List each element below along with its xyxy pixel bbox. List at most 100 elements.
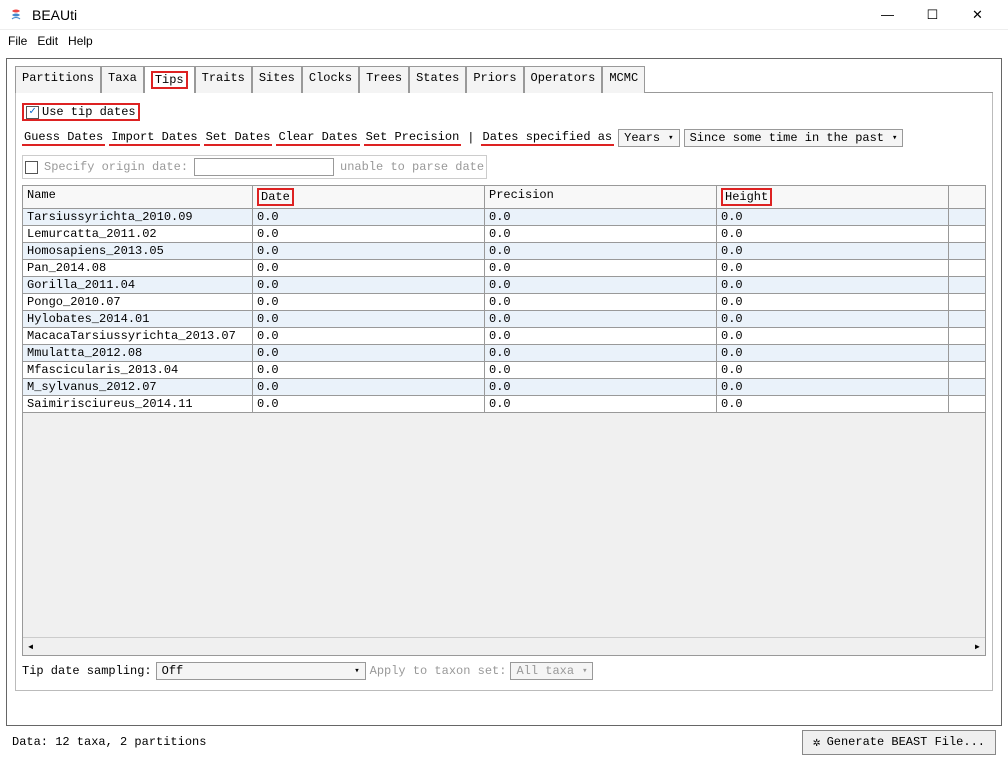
table-row[interactable]: Pan_2014.080.00.00.0	[23, 260, 985, 277]
chevron-down-icon: ▾	[582, 666, 587, 676]
table-row[interactable]: Pongo_2010.070.00.00.0	[23, 294, 985, 311]
cell-date: 0.0	[253, 209, 485, 225]
horizontal-scrollbar[interactable]: ◂ ▸	[23, 637, 985, 655]
use-tip-dates-checkbox[interactable]	[26, 106, 39, 119]
cell-name: Saimirisciureus_2014.11	[23, 396, 253, 412]
cell-precision: 0.0	[485, 277, 717, 293]
cell-height: 0.0	[717, 396, 949, 412]
tab-tips[interactable]: Tips	[144, 66, 195, 93]
cell-precision: 0.0	[485, 311, 717, 327]
table-row[interactable]: MacacaTarsiussyrichta_2013.070.00.00.0	[23, 328, 985, 345]
col-precision[interactable]: Precision	[489, 188, 554, 202]
cell-date: 0.0	[253, 226, 485, 242]
generate-button-label: Generate BEAST File...	[827, 735, 985, 749]
specify-origin-checkbox[interactable]	[25, 161, 38, 174]
cell-name: Pongo_2010.07	[23, 294, 253, 310]
chevron-down-icon: ▾	[668, 133, 673, 143]
clear-dates-button[interactable]: Clear Dates	[276, 130, 359, 146]
menu-edit[interactable]: Edit	[33, 32, 62, 50]
chevron-down-icon: ▾	[354, 666, 359, 676]
tab-priors[interactable]: Priors	[466, 66, 523, 93]
cell-precision: 0.0	[485, 328, 717, 344]
table-row[interactable]: Gorilla_2011.040.00.00.0	[23, 277, 985, 294]
scroll-left-icon[interactable]: ◂	[27, 639, 34, 654]
apply-to-taxon-label: Apply to taxon set:	[370, 664, 507, 678]
date-direction-select[interactable]: Since some time in the past▾	[684, 129, 904, 147]
cell-height: 0.0	[717, 345, 949, 361]
scroll-right-icon[interactable]: ▸	[974, 639, 981, 654]
col-height[interactable]: Height	[721, 188, 772, 206]
tab-sites[interactable]: Sites	[252, 66, 302, 93]
set-precision-button[interactable]: Set Precision	[364, 130, 462, 146]
tab-states[interactable]: States	[409, 66, 466, 93]
main-panel: PartitionsTaxaTipsTraitsSitesClocksTrees…	[6, 58, 1002, 726]
cell-date: 0.0	[253, 260, 485, 276]
tab-clocks[interactable]: Clocks	[302, 66, 359, 93]
cell-date: 0.0	[253, 328, 485, 344]
origin-date-field[interactable]	[194, 158, 334, 176]
dates-specified-label: Dates specified as	[481, 130, 615, 146]
cell-date: 0.0	[253, 277, 485, 293]
guess-dates-button[interactable]: Guess Dates	[22, 130, 105, 146]
tab-partitions[interactable]: Partitions	[15, 66, 101, 93]
cell-name: Gorilla_2011.04	[23, 277, 253, 293]
tab-taxa[interactable]: Taxa	[101, 66, 144, 93]
tab-trees[interactable]: Trees	[359, 66, 409, 93]
cell-name: Mfascicularis_2013.04	[23, 362, 253, 378]
col-date[interactable]: Date	[257, 188, 294, 206]
import-dates-button[interactable]: Import Dates	[109, 130, 199, 146]
menu-help[interactable]: Help	[64, 32, 97, 50]
cell-height: 0.0	[717, 379, 949, 395]
cell-name: Lemurcatta_2011.02	[23, 226, 253, 242]
titlebar: BEAUti — ☐ ✕	[0, 0, 1008, 30]
menu-file[interactable]: File	[4, 32, 31, 50]
generate-beast-file-button[interactable]: ✲ Generate BEAST File...	[802, 730, 996, 755]
maximize-button[interactable]: ☐	[910, 7, 955, 23]
use-tip-dates-label: Use tip dates	[42, 105, 136, 119]
cell-height: 0.0	[717, 260, 949, 276]
cell-height: 0.0	[717, 243, 949, 259]
cell-name: Mmulatta_2012.08	[23, 345, 253, 361]
apply-to-taxon-select: All taxa▾	[510, 662, 593, 680]
set-dates-button[interactable]: Set Dates	[204, 130, 273, 146]
table-row[interactable]: Tarsiussyrichta_2010.090.00.00.0	[23, 209, 985, 226]
cell-name: MacacaTarsiussyrichta_2013.07	[23, 328, 253, 344]
cell-precision: 0.0	[485, 243, 717, 259]
table-header: Name Date Precision Height	[23, 186, 985, 209]
chevron-down-icon: ▾	[892, 133, 897, 143]
table-row[interactable]: Mmulatta_2012.080.00.00.0	[23, 345, 985, 362]
cell-height: 0.0	[717, 277, 949, 293]
col-name[interactable]: Name	[27, 188, 56, 202]
table-row[interactable]: Hylobates_2014.010.00.00.0	[23, 311, 985, 328]
cell-date: 0.0	[253, 345, 485, 361]
tab-mcmc[interactable]: MCMC	[602, 66, 645, 93]
cell-precision: 0.0	[485, 345, 717, 361]
status-bar: Data: 12 taxa, 2 partitions ✲ Generate B…	[0, 724, 1008, 760]
cell-height: 0.0	[717, 209, 949, 225]
table-row[interactable]: Lemurcatta_2011.020.00.00.0	[23, 226, 985, 243]
tab-operators[interactable]: Operators	[524, 66, 603, 93]
status-text: Data: 12 taxa, 2 partitions	[12, 735, 206, 749]
gear-icon: ✲	[813, 735, 821, 750]
cell-precision: 0.0	[485, 362, 717, 378]
tab-traits[interactable]: Traits	[195, 66, 252, 93]
cell-height: 0.0	[717, 226, 949, 242]
cell-precision: 0.0	[485, 396, 717, 412]
date-units-select[interactable]: Years▾	[618, 129, 679, 147]
table-row[interactable]: Mfascicularis_2013.040.00.00.0	[23, 362, 985, 379]
close-button[interactable]: ✕	[955, 7, 1000, 23]
window-title: BEAUti	[32, 7, 77, 23]
cell-name: M_sylvanus_2012.07	[23, 379, 253, 395]
minimize-button[interactable]: —	[865, 7, 910, 23]
table-row[interactable]: Saimirisciureus_2014.110.00.00.0	[23, 396, 985, 413]
cell-precision: 0.0	[485, 226, 717, 242]
cell-name: Hylobates_2014.01	[23, 311, 253, 327]
table-body: Tarsiussyrichta_2010.090.00.00.0Lemurcat…	[23, 209, 985, 413]
cell-height: 0.0	[717, 328, 949, 344]
table-row[interactable]: M_sylvanus_2012.070.00.00.0	[23, 379, 985, 396]
cell-precision: 0.0	[485, 294, 717, 310]
specify-origin-label: Specify origin date:	[44, 160, 188, 174]
tip-date-sampling-label: Tip date sampling:	[22, 664, 152, 678]
table-row[interactable]: Homosapiens_2013.050.00.00.0	[23, 243, 985, 260]
tip-date-sampling-select[interactable]: Off▾	[156, 662, 366, 680]
